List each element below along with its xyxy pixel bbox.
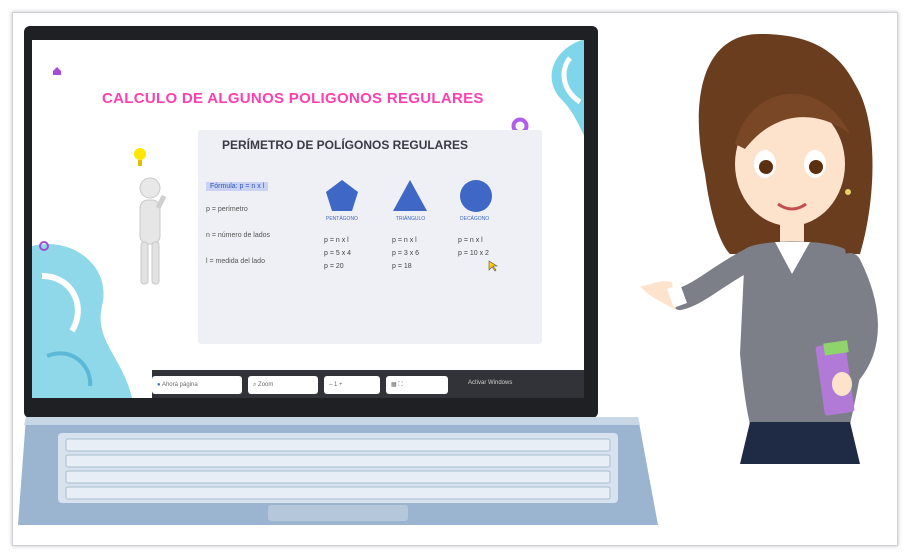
page-selector[interactable]: ● Ahorá página: [152, 376, 242, 394]
search-icon: ⌕: [253, 382, 257, 388]
fullscreen-icon[interactable]: ⛶: [398, 376, 402, 394]
triangle-icon: [393, 180, 427, 211]
laptop-keyboard-base: [18, 413, 658, 533]
circle-icon: [460, 180, 492, 212]
legend-perimeter: p = perímetro: [206, 206, 248, 213]
formula-line: p = 3 x 6: [392, 250, 420, 257]
formula-line: [458, 260, 489, 273]
formula-line: p = 18: [392, 263, 412, 270]
slide-title: CALCULO DE ALGUNOS POLIGONOS REGULARES: [102, 90, 484, 107]
swirl-decoration-bottom-left: [32, 244, 132, 398]
triangle-formulas: p = n x l p = 3 x 6 p = 18: [392, 234, 419, 273]
zoom-label: Zoom: [258, 382, 274, 388]
formula-line: p = 10 x 2: [458, 250, 489, 257]
formula-line: p = n x l: [324, 237, 349, 244]
panel-title: PERÍMETRO DE POLÍGONOS REGULARES: [222, 138, 469, 152]
grid-icon[interactable]: ▦: [391, 376, 397, 394]
formula-line: p = 20: [324, 263, 344, 270]
page-label: Ahorá página: [161, 382, 198, 388]
triangle-caption: TRIÁNGULO: [396, 216, 426, 222]
thinking-figure-illustration: [134, 148, 167, 285]
purple-dot: [39, 241, 49, 251]
pentagon-formulas: p = n x l p = 5 x 4 p = 20: [324, 234, 351, 273]
circle-formulas: p = n x l p = 10 x 2: [458, 234, 489, 273]
page-number: 1: [334, 382, 338, 388]
pentagon-caption: PENTÁGONO: [326, 216, 358, 222]
formula-line: p = n x l: [392, 237, 417, 244]
laptop-screen: CALCULO DE ALGUNOS POLIGONOS REGULARES P…: [32, 40, 584, 398]
dot-icon: ●: [157, 382, 161, 388]
teacher-character-illustration: [640, 34, 878, 464]
perimeter-panel: PERÍMETRO DE POLÍGONOS REGULARES Fórmula…: [198, 130, 542, 344]
page-stepper[interactable]: – 1 +: [324, 376, 380, 394]
activate-windows-text: Activar Windows: [468, 380, 513, 386]
formula-highlight: Fórmula: p = n x l: [206, 182, 269, 191]
minus-icon[interactable]: –: [329, 376, 332, 394]
legend-sides: n = número de lados: [206, 232, 271, 239]
formula-line: p = n x l: [458, 237, 483, 244]
zoom-control[interactable]: ⌕ Zoom: [248, 376, 318, 394]
plus-icon[interactable]: +: [339, 376, 343, 394]
view-controls[interactable]: ▦ ⛶: [386, 376, 448, 394]
circle-caption: DECÁGONO: [460, 216, 490, 222]
home-icon: [53, 67, 61, 75]
cursor-icon: [488, 260, 498, 272]
formula-line: p = 5 x 4: [324, 250, 352, 257]
presentation-toolbar: ● Ahorá página ⌕ Zoom – 1 + ▦ ⛶ Activar …: [152, 370, 584, 398]
pentagon-icon: [326, 180, 358, 211]
legend-side-length: l = medida del lado: [206, 258, 265, 265]
